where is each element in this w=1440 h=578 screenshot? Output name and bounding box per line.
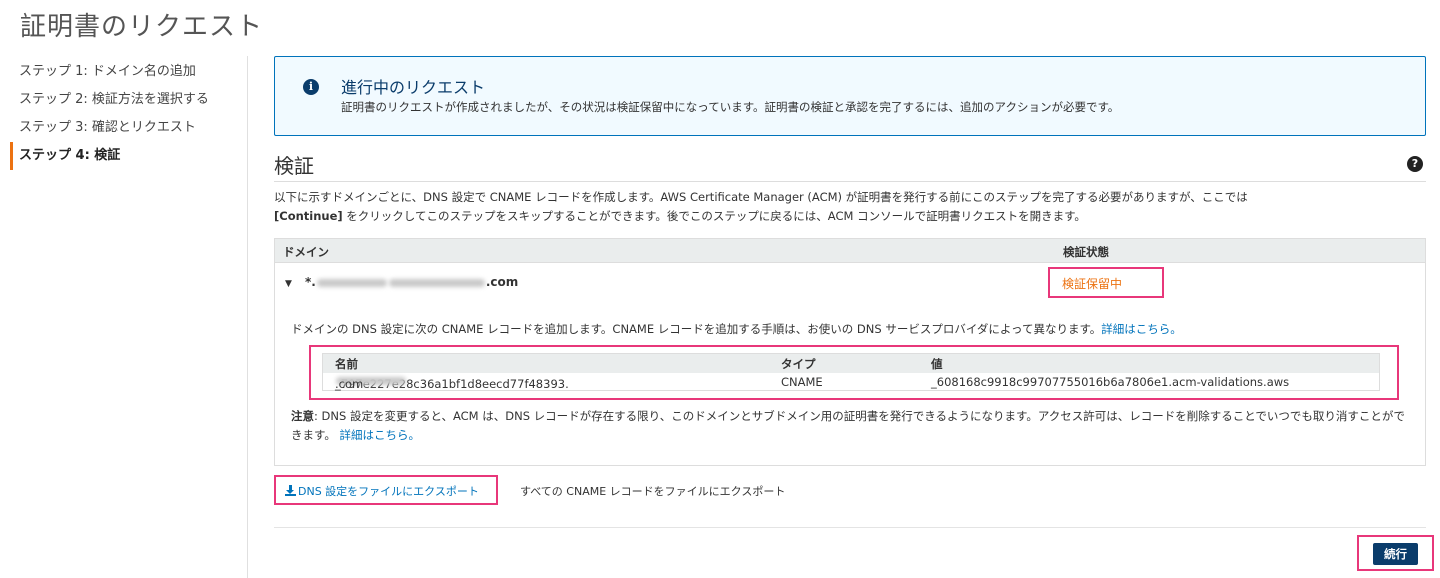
step-4-current: ステップ 4: 検証 [10,142,235,170]
note-label: 注意 [291,409,314,423]
header-value: 値 [931,357,943,371]
divider [274,181,1426,182]
desc-continue: [Continue] [274,209,343,223]
info-message: 証明書のリクエストが作成されましたが、その状況は検証保留中になっています。証明書… [341,100,1120,114]
domain-name: *. .com [305,275,518,289]
expand-caret-icon[interactable]: ▼ [285,279,292,289]
domain-table: ドメイン 検証状態 ▼ *. .com 検証保留中 ドメインの DNS 設定に次の… [274,238,1426,466]
step-2[interactable]: ステップ 2: 検証方法を選択する [10,86,235,114]
info-alert: i 進行中のリクエスト 証明書のリクエストが作成されましたが、その状況は検証保留… [274,56,1426,136]
note-details-link[interactable]: 詳細はこちら。 [340,428,421,442]
wizard-steps: ステップ 1: ドメイン名の追加 ステップ 2: 検証方法を選択する ステップ … [10,58,235,170]
step-1[interactable]: ステップ 1: ドメイン名の追加 [10,58,235,86]
details-link[interactable]: 詳細はこちら。 [1101,322,1182,336]
header-type: タイプ [781,357,816,371]
help-icon[interactable]: ? [1407,156,1423,172]
export-dns-button[interactable]: DNS 設定をファイルにエクスポート [274,475,498,505]
step-3[interactable]: ステップ 3: 確認とリクエスト [10,114,235,142]
export-label: DNS 設定をファイルにエクスポート [298,485,479,498]
header-status: 検証状態 [1063,245,1109,259]
instructions-text: ドメインの DNS 設定に次の CNAME レコードを追加します。CNAME レ… [291,322,1102,336]
cname-value: _608168c9918c99707755016b6a7806e1.acm-va… [931,375,1290,389]
sidebar-divider [247,56,248,578]
validation-title: 検証 [274,154,314,178]
note: 注意: DNS 設定を変更すると、ACM は、DNS レコードが存在する限り、こ… [291,407,1415,445]
download-icon [285,485,296,496]
domain-table-header: ドメイン 検証状態 [275,239,1425,263]
domain-suffix: .com [485,275,519,289]
redacted-text [388,278,485,287]
continue-highlight: 続行 [1357,535,1434,571]
divider [274,527,1426,528]
status-highlight: 検証保留中 [1048,267,1164,298]
dns-instructions: ドメインの DNS 設定に次の CNAME レコードを追加します。CNAME レ… [291,321,1182,337]
info-title: 進行中のリクエスト [341,78,486,97]
status-badge: 検証保留中 [1062,277,1123,291]
cname-type: CNAME [781,375,823,389]
cname-row: _797e227e28c36a1bf1d8eecd77f48393. .com C… [323,373,1379,391]
cname-table-header: 名前 タイプ 値 [323,354,1379,373]
redacted-text [316,278,387,287]
cname-highlight: 名前 タイプ 値 _797e227e28c36a1bf1d8eecd77f483… [309,345,1399,400]
continue-button[interactable]: 続行 [1373,543,1418,565]
info-icon: i [303,79,319,95]
desc-part-1: 以下に示すドメインごとに、DNS 設定で CNAME レコードを作成します。AW… [274,190,1248,204]
validation-description: 以下に示すドメインごとに、DNS 設定で CNAME レコードを作成します。AW… [274,188,1426,226]
header-name: 名前 [335,357,358,371]
cname-table: 名前 タイプ 値 _797e227e28c36a1bf1d8eecd77f483… [322,353,1380,391]
header-domain: ドメイン [283,245,329,259]
desc-part-2: をクリックしてこのステップをスキップすることができます。後でこのステップに戻るに… [342,209,1086,223]
export-description: すべての CNAME レコードをファイルにエクスポート [520,485,786,498]
cname-name-suffix: .com [335,377,364,391]
page-title: 証明書のリクエスト [20,12,264,42]
note-text: : DNS 設定を変更すると、ACM は、DNS レコードが存在する限り、このド… [291,409,1405,442]
domain-prefix: *. [305,275,316,289]
export-link[interactable]: DNS 設定をファイルにエクスポート [285,483,479,499]
